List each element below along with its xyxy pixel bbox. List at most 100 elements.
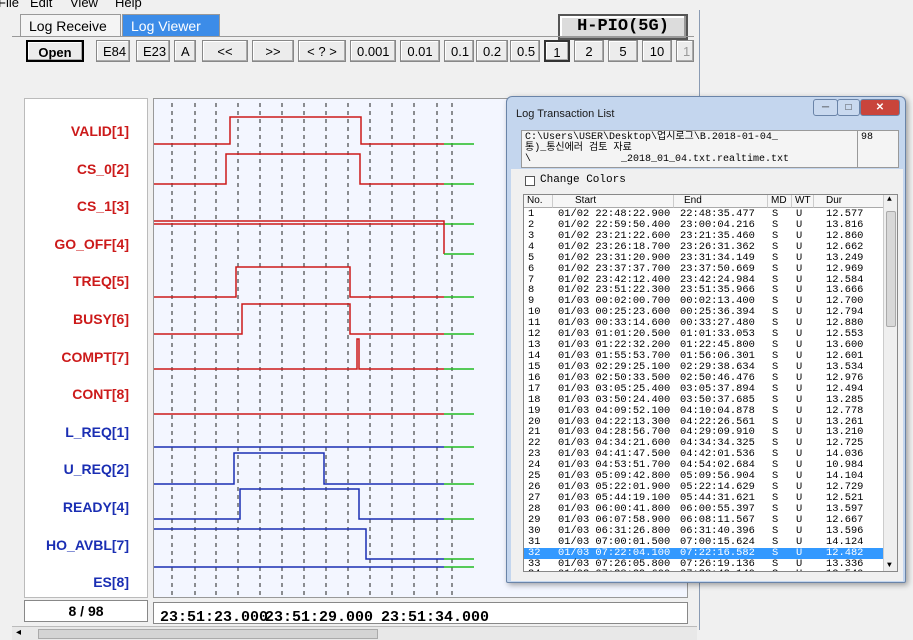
prev-page-button[interactable]: << — [202, 40, 248, 62]
log-window-body: Change Colors No. Start End MD WT Dur 10… — [511, 169, 903, 581]
signal-label: GO_OFF[4] — [54, 235, 129, 252]
a-button[interactable]: A — [174, 40, 196, 62]
scale-05-button[interactable]: 0.5 — [510, 40, 540, 62]
signal-label: TREQ[5] — [73, 273, 129, 290]
scroll-left-icon[interactable]: ◂ — [16, 627, 21, 638]
table-row[interactable]: 32 01/03 07:22:04.100 07:22:16.582 S U 12.482 — [524, 546, 884, 559]
table-cell: U — [796, 262, 803, 275]
table-cell: 13.285 — [826, 393, 864, 406]
scale-01-button[interactable]: 0.1 — [444, 40, 474, 62]
scale-1-button[interactable]: 1 — [544, 40, 570, 62]
tab-log-viewer[interactable]: Log Viewer — [122, 14, 220, 36]
signal-trace — [154, 488, 444, 520]
table-cell: 13.249 — [826, 251, 864, 264]
vertical-scrollbar[interactable]: ▲ ▼ — [883, 195, 897, 571]
signal-trace — [154, 528, 444, 560]
time-label-1: 23:51:23.000 — [160, 609, 269, 624]
e23-button[interactable]: E23 — [136, 40, 170, 62]
table-row[interactable]: 6 01/02 23:37:37.700 23:37:50.669 S U 12.969 — [524, 262, 884, 275]
table-row[interactable]: 19 01/03 04:09:52.100 04:10:04.878 S U 12.778 — [524, 404, 884, 417]
signal-label: CS_0[2] — [76, 160, 129, 177]
horizontal-scrollbar[interactable]: ◂ — [12, 626, 697, 640]
signal-label: L_REQ[1] — [65, 423, 129, 440]
scale-5-button[interactable]: 5 — [608, 40, 638, 62]
signal-label: BUSY[6] — [72, 311, 129, 327]
path-line-2: 통)_통신에러 검토 자료 — [525, 143, 632, 154]
table-cell: 04:10:04.878 — [680, 404, 755, 417]
path-line-3: \ _2018_01_04.txt.realtime.txt — [525, 154, 790, 165]
signal-trace — [154, 303, 444, 335]
scale-10-button[interactable]: 10 — [642, 40, 672, 62]
table-cell: U — [796, 251, 803, 264]
signal-label: HO_AVBL[7] — [46, 536, 129, 553]
close-icon[interactable]: ✕ — [860, 99, 900, 116]
scroll-up-icon[interactable]: ▲ — [887, 195, 892, 204]
table-cell: U — [796, 535, 803, 548]
minimize-icon[interactable]: ─ — [813, 99, 838, 116]
table-cell: S — [772, 251, 779, 264]
table-cell: 07:22:16.582 — [680, 546, 755, 559]
log-transaction-window: Log Transaction List ─ □ ✕ C:\Users\USER… — [506, 96, 906, 583]
table-cell: 01/02 23:31:20.900 — [558, 251, 671, 264]
maximize-icon[interactable]: □ — [837, 99, 860, 116]
scale-2-button[interactable]: 2 — [574, 40, 604, 62]
table-cell: S — [772, 546, 779, 559]
col-header-dur[interactable]: Dur — [814, 195, 884, 208]
col-header-no[interactable]: No. — [524, 195, 553, 208]
table-cell: S — [772, 535, 779, 548]
table-cell: 01/03 03:50:24.400 — [558, 393, 671, 406]
menu-edit[interactable]: Edit — [30, 0, 52, 10]
transaction-list[interactable]: No. Start End MD WT Dur 1 01/02 22:48:22.… — [523, 194, 898, 572]
col-header-md[interactable]: MD — [768, 195, 792, 208]
menu-file[interactable]: File — [0, 0, 19, 10]
signal-trace — [154, 116, 444, 145]
menu-view[interactable]: View — [70, 0, 98, 10]
signal-label: COMPT[7] — [61, 348, 129, 365]
table-cell: 07:00:15.624 — [680, 535, 755, 548]
table-cell: 5 — [528, 251, 535, 264]
col-header-wt[interactable]: WT — [792, 195, 814, 208]
open-button[interactable]: Open — [26, 40, 84, 62]
table-row[interactable]: 31 01/03 07:00:01.500 07:00:15.624 S U 14.124 — [524, 535, 884, 548]
table-row[interactable]: 18 01/03 03:50:24.400 03:50:37.685 S U 13.285 — [524, 393, 884, 406]
signal-trace — [154, 266, 444, 298]
table-cell: 12.482 — [826, 546, 864, 559]
col-header-end[interactable]: End — [674, 195, 768, 208]
menu-help[interactable]: Help — [115, 0, 142, 10]
signal-trace — [154, 338, 444, 370]
tab-log-receive[interactable]: Log Receive — [20, 14, 121, 36]
scale-0001-button[interactable]: 0.001 — [350, 40, 396, 62]
scroll-down-icon[interactable]: ▼ — [887, 561, 892, 570]
change-colors-checkbox[interactable] — [525, 176, 535, 186]
table-cell: 6 — [528, 262, 535, 275]
scale-more-button[interactable]: 1 — [676, 40, 694, 62]
table-row[interactable]: 34 01/03 07:38:29.600 07:38:42.140 S U 12.540 — [524, 569, 884, 571]
table-row[interactable]: 5 01/02 23:31:20.900 23:31:34.149 S U 13.249 — [524, 251, 884, 264]
table-cell: 01/03 07:38:29.600 — [558, 569, 670, 571]
next-page-button[interactable]: >> — [252, 40, 294, 62]
timeline-bar: 23:51:23.000 23:51:29.000 23:51:34.000 — [153, 602, 688, 624]
table-cell: 12.540 — [826, 569, 863, 571]
signal-trace — [154, 153, 444, 185]
table-cell: 01/03 07:22:04.100 — [558, 546, 671, 559]
e84-button[interactable]: E84 — [96, 40, 130, 62]
scale-02-button[interactable]: 0.2 — [476, 40, 508, 62]
table-cell: U — [796, 393, 803, 406]
table-cell: 19 — [528, 404, 541, 417]
table-cell: 23:37:50.669 — [680, 262, 755, 275]
table-cell: U — [796, 546, 803, 559]
transaction-rows: 1 01/02 22:48:22.900 22:48:35.477 S U 12.577 2… — [524, 209, 884, 571]
search-step-button[interactable]: < ? > — [298, 40, 346, 62]
change-colors-label: Change Colors — [540, 174, 626, 186]
horizontal-scroll-thumb[interactable] — [38, 629, 378, 639]
scale-001-button[interactable]: 0.01 — [400, 40, 440, 62]
signal-label: VALID[1] — [70, 123, 129, 139]
signal-trace — [154, 452, 444, 485]
table-cell: S — [772, 404, 779, 417]
table-cell: 12.969 — [826, 262, 864, 275]
col-header-start[interactable]: Start — [553, 195, 674, 208]
vertical-scroll-thumb[interactable] — [886, 211, 896, 327]
signal-label: READY[4] — [62, 499, 129, 515]
path-line-1: C:\Users\USER\Desktop\업시로그\B.2018-01-04_ — [525, 132, 778, 143]
record-counter: 8 / 98 — [24, 600, 148, 622]
